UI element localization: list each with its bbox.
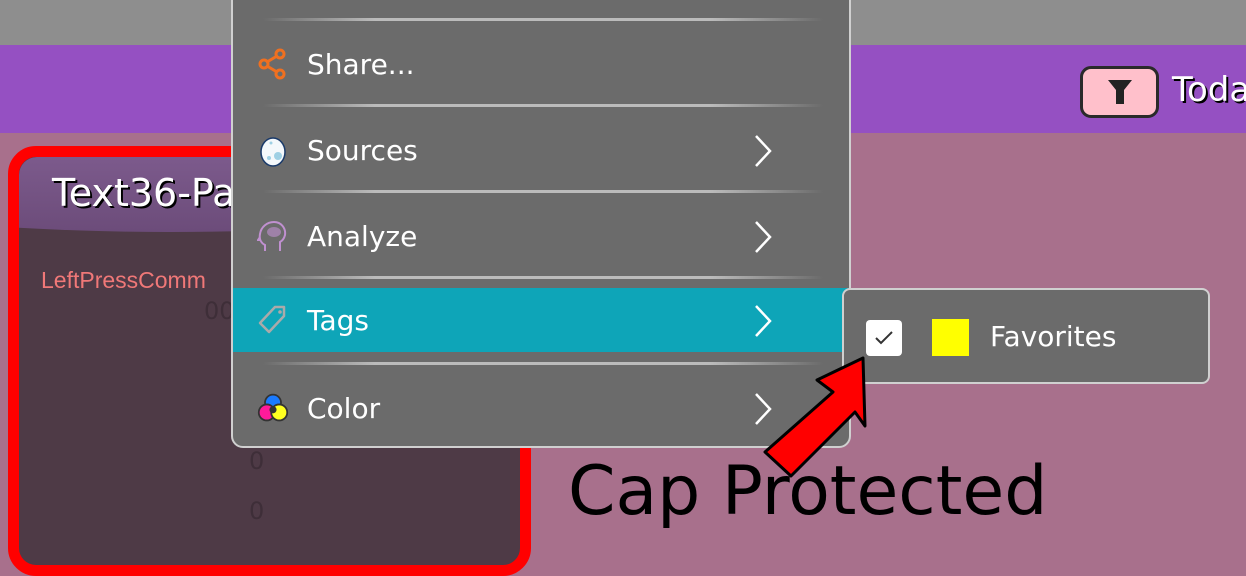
checkmark-icon: [875, 331, 893, 345]
tag-favorites-label[interactable]: Favorites: [990, 320, 1116, 353]
menu-item-tags[interactable]: Tags: [233, 288, 849, 352]
chevron-right-icon: [755, 305, 772, 337]
value-field[interactable]: 0: [249, 497, 264, 525]
separator: [263, 276, 823, 279]
panel-title: Text36-Pa: [52, 171, 236, 215]
filter-button[interactable]: [1080, 66, 1159, 118]
menu-item-sources[interactable]: Sources: [233, 118, 849, 182]
tag-color-swatch: [932, 319, 969, 356]
separator: [263, 104, 823, 107]
share-icon: [258, 48, 286, 80]
separator: [263, 362, 823, 365]
menu-item-analyze[interactable]: Analyze: [233, 204, 849, 268]
separator: [263, 190, 823, 193]
tags-submenu: Favorites: [842, 288, 1210, 384]
value-field[interactable]: 0: [249, 447, 264, 475]
today-label[interactable]: Toda: [1172, 70, 1246, 110]
filter-icon: [1107, 80, 1132, 104]
chevron-right-icon: [755, 221, 772, 253]
egg-icon: [260, 137, 286, 167]
separator: [263, 18, 823, 21]
tag-icon: [258, 305, 286, 334]
command-label: LeftPressComm: [41, 267, 206, 293]
color-circles-icon: [257, 393, 289, 422]
chevron-right-icon: [755, 135, 772, 167]
brain-head-icon: [257, 220, 287, 251]
menu-item-share[interactable]: Share...: [233, 32, 849, 96]
annotation-text: Cap Protected: [568, 452, 1048, 531]
